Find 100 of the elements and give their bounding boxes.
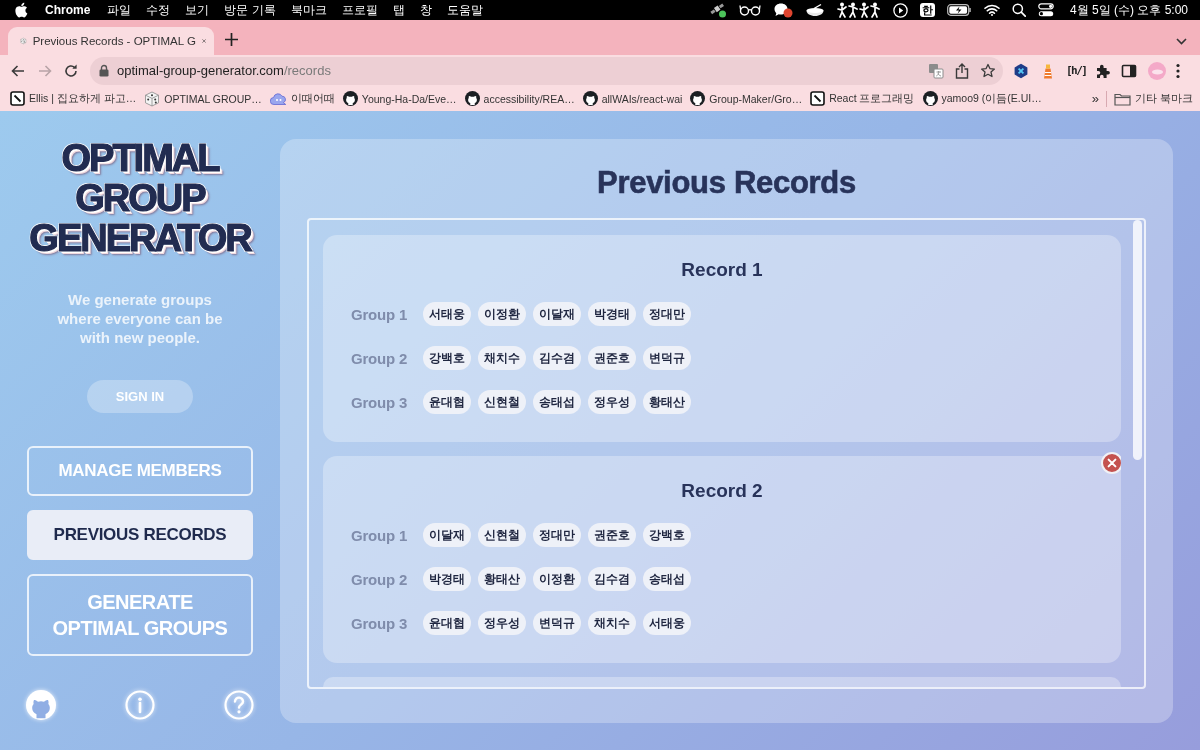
wifi-icon[interactable] xyxy=(983,4,1000,16)
github-icon xyxy=(690,91,706,106)
dancers-icon[interactable] xyxy=(836,2,881,18)
satellite-icon[interactable] xyxy=(708,2,727,18)
group-label: Group 2 xyxy=(351,570,408,588)
translate-icon[interactable] xyxy=(928,62,944,79)
bowl-icon[interactable] xyxy=(804,3,825,17)
cloud-icon xyxy=(269,92,287,105)
bookmark[interactable]: React 프로그래밍 xyxy=(806,87,919,110)
app-logo: OPTIMAL GROUP GENERATOR xyxy=(28,138,253,258)
share-icon[interactable] xyxy=(955,62,969,79)
member-name: 신현철 xyxy=(478,390,527,414)
folder-icon xyxy=(1114,91,1132,106)
menu-item[interactable]: 탭 xyxy=(392,2,405,18)
menu-item[interactable]: 수정 xyxy=(146,2,171,18)
bookmark[interactable]: Ellis | 집요하게 파고… xyxy=(6,87,141,110)
bookmark[interactable]: allWAIs/react-wai xyxy=(578,87,687,110)
member-name: 변덕규 xyxy=(643,346,692,370)
menu-item[interactable]: 보기 xyxy=(185,2,210,18)
chat-bubble-icon[interactable] xyxy=(772,2,793,18)
member-name: 권준호 xyxy=(588,346,637,370)
glasses-icon[interactable] xyxy=(738,4,761,16)
group-label: Group 3 xyxy=(351,393,408,411)
member-name: 이달재 xyxy=(533,302,582,326)
menu-item[interactable]: 북마크 xyxy=(290,2,327,18)
plus-icon[interactable] xyxy=(225,33,238,46)
member-name: 정대만 xyxy=(643,302,692,326)
record-title: Record 1 xyxy=(680,258,764,282)
dice-icon xyxy=(144,90,161,107)
bookmark[interactable]: Group-Maker/Gro… xyxy=(686,87,807,110)
bookmark[interactable]: 이때어때 xyxy=(265,87,339,110)
member-name: 강백호 xyxy=(423,346,472,370)
group-label: Group 2 xyxy=(351,349,408,367)
member-name: 서태웅 xyxy=(423,302,472,326)
member-name: 송태섭 xyxy=(533,390,582,414)
battery-icon[interactable] xyxy=(946,4,972,16)
bookmarks-overflow-button[interactable]: » xyxy=(1087,87,1104,110)
delete-icon[interactable] xyxy=(1101,452,1121,474)
app-menu[interactable]: Chrome xyxy=(45,3,91,17)
member-name: 변덕규 xyxy=(533,611,582,635)
url-text[interactable]: optimal-group-generator.com/records xyxy=(117,63,331,78)
member-name: 김수겸 xyxy=(588,567,637,591)
member-name: 김수겸 xyxy=(533,346,582,370)
reload-icon[interactable] xyxy=(63,62,79,79)
extension-button[interactable]: [h/] xyxy=(1066,64,1084,77)
menu-item[interactable]: 파일 xyxy=(107,2,132,18)
member-name: 채치수 xyxy=(588,611,637,635)
apple-icon[interactable] xyxy=(15,2,28,18)
puzzle-icon[interactable] xyxy=(1094,62,1111,79)
github-icon xyxy=(922,91,938,106)
member-name: 이달재 xyxy=(423,523,472,547)
member-name: 박경태 xyxy=(588,302,637,326)
github-icon xyxy=(464,91,480,106)
menu-item[interactable]: 프로필 xyxy=(341,2,378,18)
member-name: 권준호 xyxy=(588,523,637,547)
record-title: Record 2 xyxy=(680,479,764,503)
input-source-indicator[interactable]: 한 xyxy=(919,3,935,17)
chevron-down-icon[interactable] xyxy=(1176,38,1187,45)
member-name: 박경태 xyxy=(423,567,472,591)
square-logo-icon xyxy=(10,91,25,106)
play-icon[interactable] xyxy=(892,2,908,18)
bookmark[interactable]: OPTIMAL GROUP… xyxy=(140,87,266,110)
square-logo-icon xyxy=(810,91,826,106)
member-name: 채치수 xyxy=(478,346,527,370)
group-label: Group 1 xyxy=(351,526,408,544)
address-bar[interactable]: optimal-group-generator.com/records xyxy=(90,56,1003,85)
close-icon[interactable] xyxy=(201,36,206,46)
member-name: 윤대협 xyxy=(423,611,472,635)
browser-tab[interactable]: Previous Records - OPTIMAL G xyxy=(8,27,214,55)
side-panel-icon[interactable] xyxy=(1121,62,1137,79)
bookmark[interactable]: yamoo9 (이듬(E.UI… xyxy=(918,87,1046,110)
control-center-icon[interactable] xyxy=(1037,3,1054,17)
tagline: We generate groups where everyone can be with new people. xyxy=(56,290,224,347)
nav-button[interactable]: PREVIOUS RECORDS xyxy=(27,510,253,560)
bookmark[interactable]: Young-Ha-Da/Eve… xyxy=(338,87,461,110)
member-name: 강백호 xyxy=(643,523,692,547)
menu-icon[interactable] xyxy=(1176,62,1180,79)
group-label: Group 3 xyxy=(351,614,408,632)
star-icon[interactable] xyxy=(980,62,996,79)
menu-item[interactable]: 도움말 xyxy=(446,2,483,18)
bookmark[interactable]: accessibility/REA… xyxy=(460,87,579,110)
member-name: 신현철 xyxy=(478,523,527,547)
github-icon xyxy=(342,91,358,106)
member-name: 정우성 xyxy=(478,611,527,635)
menu-bar-clock[interactable]: 4월 5일 (수) 오후 5:00 xyxy=(1069,1,1188,19)
scrollbar-thumb[interactable] xyxy=(1133,220,1142,460)
lock-icon xyxy=(99,64,109,77)
hexagon-icon[interactable] xyxy=(1013,62,1029,79)
menu-item[interactable]: 방문 기록 xyxy=(224,2,276,18)
member-name: 윤대협 xyxy=(423,390,472,414)
member-name: 정우성 xyxy=(588,390,637,414)
member-name: 서태웅 xyxy=(643,611,692,635)
member-name: 송태섭 xyxy=(643,567,692,591)
search-icon[interactable] xyxy=(1011,3,1026,17)
github-icon xyxy=(582,91,598,106)
member-name: 황태산 xyxy=(643,390,692,414)
menu-item[interactable]: 창 xyxy=(419,2,432,18)
member-name: 이정환 xyxy=(533,567,582,591)
bookmark-folder[interactable]: 기타 북마크 xyxy=(1110,87,1197,110)
member-name: 정대만 xyxy=(533,523,582,547)
